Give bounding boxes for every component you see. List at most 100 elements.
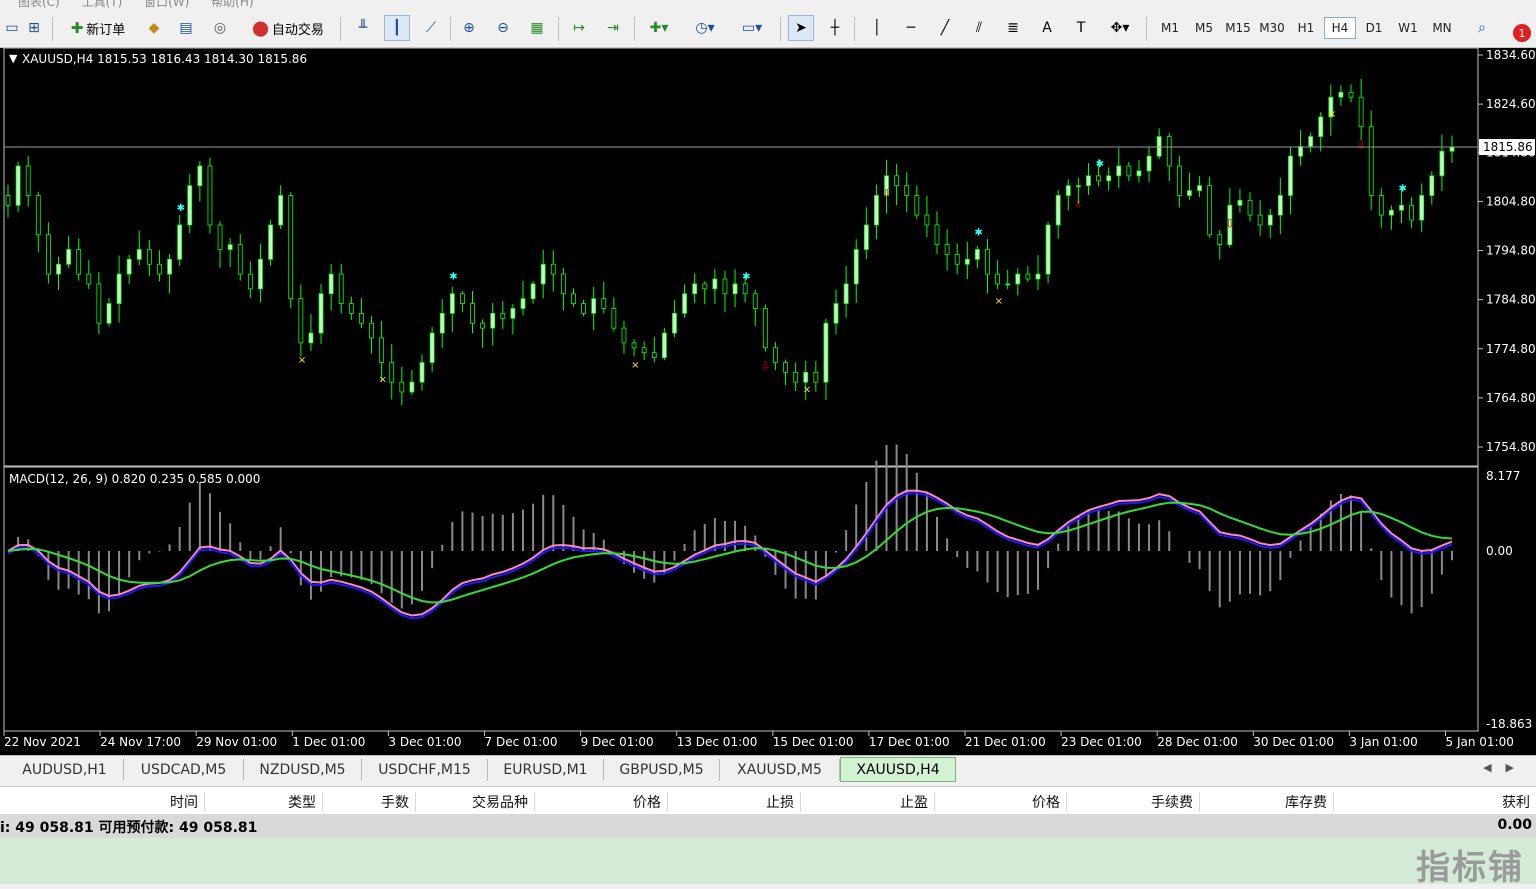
timeframe-w1[interactable]: W1 xyxy=(1392,17,1424,39)
candle-body xyxy=(863,224,869,250)
templates-icon[interactable]: ▭▾ xyxy=(732,15,772,41)
col-swap[interactable]: 库存费 xyxy=(1200,792,1334,812)
col-time[interactable]: 时间 xyxy=(80,792,205,812)
signal-star-icon: ✱ xyxy=(974,228,982,239)
candle-body xyxy=(1288,155,1293,196)
timeframe-d1[interactable]: D1 xyxy=(1358,17,1390,39)
price-chart[interactable]: ⇩⇩⇩⇩⇩××××××✱✱✱✱✱✱ 1834.601824.601814.801… xyxy=(0,48,1536,755)
tab-audusd-h1[interactable]: AUDUSD,H1 xyxy=(6,759,124,781)
tab-xauusd-m5[interactable]: XAUUSD,M5 xyxy=(720,759,840,781)
vertical-line-icon[interactable]: │ xyxy=(864,15,890,41)
candle-body xyxy=(207,165,213,226)
candle-body xyxy=(550,263,556,275)
tab-gbpusd-m5[interactable]: GBPUSD,M5 xyxy=(604,759,720,781)
zoom-out-icon[interactable]: ⊖ xyxy=(490,15,516,41)
col-commission[interactable]: 手续费 xyxy=(1067,792,1200,812)
timeframe-m30[interactable]: M30 xyxy=(1256,17,1288,39)
price-label: 1804.80 xyxy=(1486,194,1536,208)
col-take-profit[interactable]: 止盈 xyxy=(801,792,935,812)
time-label: 17 Dec 01:00 xyxy=(869,735,950,749)
tab-scroll-arrows[interactable]: ◀▶ xyxy=(1483,761,1528,774)
tile-windows-icon[interactable]: ▦ xyxy=(524,15,550,41)
candle-body xyxy=(823,322,829,383)
equidistant-channel-icon[interactable]: ⫽ xyxy=(966,15,992,41)
fibonacci-icon[interactable]: ≣ xyxy=(1000,15,1026,41)
chart-header-arrow-icon: ▼ xyxy=(9,52,18,65)
menu-item[interactable]: 工具(T) xyxy=(82,0,123,8)
timeframe-m5[interactable]: M5 xyxy=(1188,17,1220,39)
col-current-price[interactable]: 价格 xyxy=(935,792,1067,812)
trendline-icon[interactable]: ╱ xyxy=(932,15,958,41)
text-label-icon[interactable]: T xyxy=(1068,15,1094,41)
tab-nzdusd-m5[interactable]: NZDUSD,M5 xyxy=(244,759,362,781)
candle-body xyxy=(1237,200,1243,206)
candle-body xyxy=(853,249,859,285)
col-profit[interactable]: 获利 xyxy=(1334,792,1536,812)
terminal-table-header: 时间 类型 手数 交易品种 价格 止损 止盈 价格 手续费 库存费 获利 xyxy=(0,786,1536,814)
col-type[interactable]: 类型 xyxy=(205,792,323,812)
tab-xauusd-h4[interactable]: XAUUSD,H4 xyxy=(840,757,956,782)
metaeditor-icon[interactable]: ◆ xyxy=(142,15,166,41)
signal-star-icon: ✱ xyxy=(1096,159,1104,170)
timeframe-h4[interactable]: H4 xyxy=(1324,17,1356,39)
signal-cross-icon: × xyxy=(298,355,306,366)
menu-item[interactable]: 窗口(W) xyxy=(144,0,189,8)
candle-body xyxy=(227,244,233,250)
search-icon[interactable]: ⌕ xyxy=(1470,15,1494,41)
autoscroll-icon[interactable]: ↦ xyxy=(566,15,592,41)
new-order-button[interactable]: ✚ 新订单 xyxy=(58,15,138,41)
cursor-icon[interactable]: ➤ xyxy=(788,15,814,41)
tab-eurusd-m1[interactable]: EURUSD,M1 xyxy=(488,759,604,781)
tab-usdchf-m15[interactable]: USDCHF,M15 xyxy=(362,759,488,781)
market-icon[interactable]: ▤ xyxy=(174,15,198,41)
candle-body xyxy=(258,258,263,290)
timeframe-m15[interactable]: M15 xyxy=(1222,17,1254,39)
price-label: 1764.80 xyxy=(1486,391,1536,405)
signals-icon[interactable]: ◎ xyxy=(208,15,232,41)
timeframe-m1[interactable]: M1 xyxy=(1154,17,1186,39)
indicators-icon[interactable]: ✚▾ xyxy=(640,15,678,41)
alert-badge[interactable]: 1 xyxy=(1513,24,1531,42)
col-price[interactable]: 价格 xyxy=(535,792,668,812)
total-profit: 0.00 xyxy=(1497,817,1532,833)
candle-body xyxy=(409,381,415,393)
bar-chart-icon[interactable]: ╨ xyxy=(350,15,376,41)
signal-cross-icon: × xyxy=(995,296,1003,307)
auto-trading-button[interactable]: ⬤ 自动交易 xyxy=(242,15,334,41)
candle-body xyxy=(278,195,284,226)
candle-body xyxy=(1045,224,1051,275)
candlestick-chart-icon[interactable]: ┃ xyxy=(384,15,410,41)
tab-usdcad-m5[interactable]: USDCAD,M5 xyxy=(124,759,244,781)
text-tool-icon[interactable]: A xyxy=(1034,15,1060,41)
timeframe-mn[interactable]: MN xyxy=(1426,17,1458,39)
chart-shift-icon[interactable]: ⇥ xyxy=(600,15,626,41)
candle-body xyxy=(560,273,566,295)
candle-body xyxy=(1187,190,1192,196)
col-stop-loss[interactable]: 止损 xyxy=(668,792,801,812)
menu-item[interactable]: 帮助(H) xyxy=(211,0,253,8)
candle-body xyxy=(742,283,748,295)
candle-body xyxy=(379,337,385,363)
crosshair-icon[interactable]: ┼ xyxy=(822,15,848,41)
profiles-icon[interactable]: ⊞ xyxy=(22,15,46,41)
new-chart-icon[interactable]: ▭ xyxy=(2,15,22,41)
timeframe-h1[interactable]: H1 xyxy=(1290,17,1322,39)
chart-window[interactable]: ⇩⇩⇩⇩⇩××××××✱✱✱✱✱✱ 1834.601824.601814.801… xyxy=(0,48,1536,755)
col-lots[interactable]: 手数 xyxy=(323,792,416,812)
candle-body xyxy=(520,298,526,309)
line-chart-icon[interactable]: ⟋ xyxy=(418,15,444,41)
candle-body xyxy=(106,303,112,324)
candle-body xyxy=(621,327,627,344)
sell-arrow-icon: ⇩ xyxy=(1225,216,1235,230)
col-symbol[interactable]: 交易品种 xyxy=(416,792,535,812)
menu-item[interactable]: 图表(C) xyxy=(18,0,60,8)
candle-body xyxy=(490,312,496,329)
candle-body xyxy=(369,322,374,339)
time-label: 15 Dec 01:00 xyxy=(773,735,854,749)
time-label: 5 Jan 01:00 xyxy=(1446,735,1514,749)
horizontal-line-icon[interactable]: ─ xyxy=(898,15,924,41)
zoom-in-icon[interactable]: ⊕ xyxy=(456,15,482,41)
arrows-icon[interactable]: ✥▾ xyxy=(1102,15,1138,41)
periods-icon[interactable]: ◷▾ xyxy=(686,15,724,41)
price-label: 1824.60 xyxy=(1486,97,1536,111)
